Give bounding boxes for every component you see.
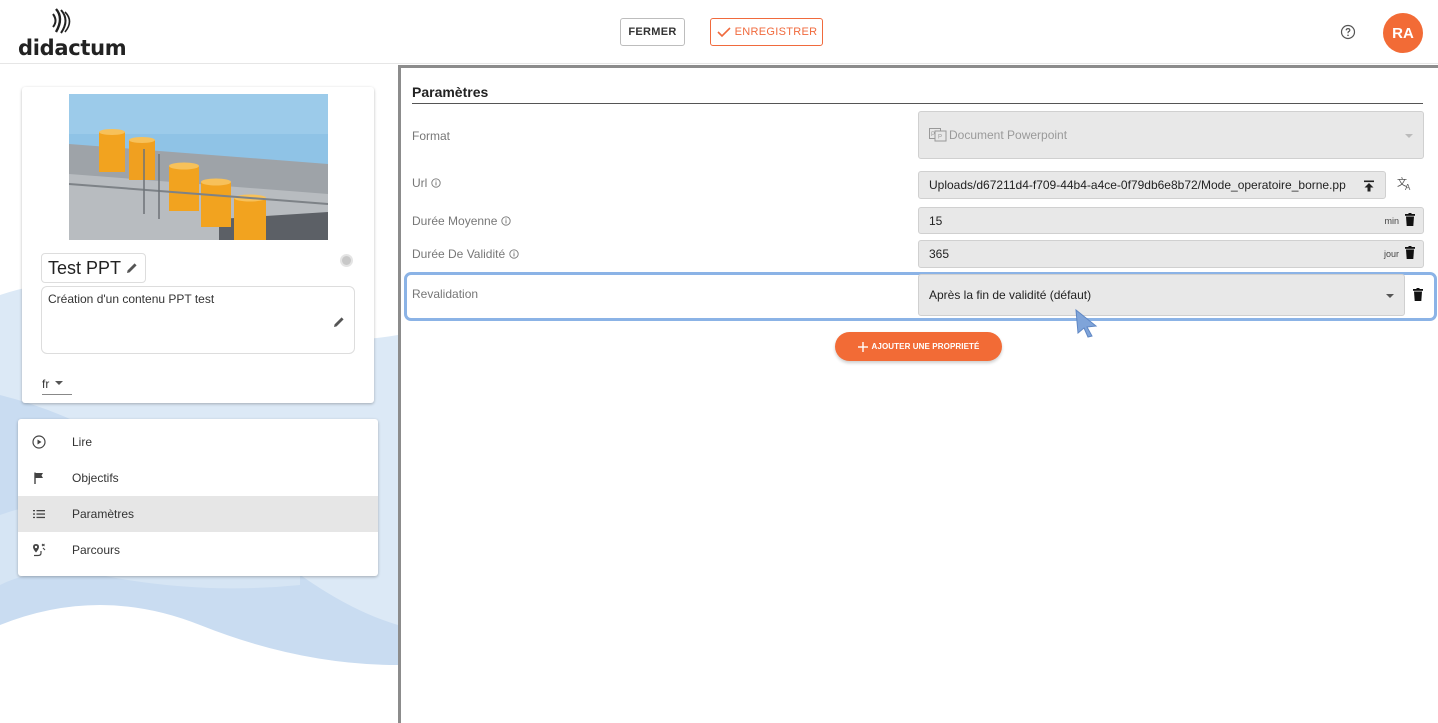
save-button-label: ENREGISTRER [734, 26, 818, 38]
dropdown-arrow-icon [55, 381, 64, 385]
menu-item-lire[interactable]: Lire [18, 424, 378, 460]
validity-duration-value: 365 [929, 247, 950, 261]
avatar[interactable]: RA [1383, 13, 1423, 53]
content-title: Test PPT [48, 257, 122, 278]
trash-icon[interactable] [1405, 246, 1415, 259]
dropdown-arrow-icon [1386, 294, 1394, 298]
avg-duration-unit: min [1384, 215, 1399, 226]
revalidation-select[interactable]: Après la fin de validité (défaut) [918, 274, 1405, 316]
content-card: Test PPT Création d'un contenu PPT test … [22, 87, 374, 403]
language-select[interactable]: fr [42, 373, 72, 395]
language-value: fr [42, 376, 50, 391]
menu-label: Lire [72, 435, 93, 449]
side-menu: Lire Objectifs Paramètres Parcours [18, 419, 378, 576]
logo-signal-icon [52, 8, 71, 34]
format-label-text: Format [412, 129, 451, 143]
parameters-panel: Paramètres Format P P Document Powerpoin… [401, 68, 1438, 723]
avg-duration-label-text: Durée Moyenne [412, 214, 498, 228]
description-text: Création d'un contenu PPT test [48, 292, 215, 306]
menu-label: Objectifs [72, 471, 119, 485]
svg-text:A: A [1405, 183, 1411, 191]
avg-duration-field[interactable]: 15 min [918, 207, 1424, 234]
help-circle-icon[interactable] [1340, 24, 1356, 40]
format-label: Format [412, 129, 450, 143]
logo-text: didactum [18, 36, 127, 60]
validity-duration-unit: jour [1383, 249, 1399, 259]
add-property-label: AJOUTER UNE PROPRIETÉ [871, 342, 980, 351]
pencil-icon[interactable] [125, 261, 139, 275]
mouse-cursor-icon [1075, 308, 1098, 338]
play-circle-icon [32, 435, 46, 449]
check-icon [717, 27, 731, 38]
url-value: Uploads/d67211d4-f709-44b4-a4ce-0f79db6e… [929, 178, 1346, 192]
save-button[interactable]: ENREGISTRER [710, 18, 823, 46]
validity-duration-field[interactable]: 365 jour [918, 240, 1424, 268]
menu-label: Parcours [72, 543, 121, 557]
trash-icon[interactable] [1413, 288, 1423, 301]
info-icon[interactable] [509, 249, 519, 259]
svg-text:P: P [931, 132, 935, 138]
flag-icon [34, 472, 43, 484]
description-field[interactable]: Création d'un contenu PPT test [41, 286, 355, 354]
trash-icon[interactable] [1405, 213, 1415, 226]
plus-icon [857, 341, 868, 352]
url-label: Url [412, 176, 441, 190]
svg-text:P: P [938, 135, 942, 141]
list-icon [33, 510, 45, 519]
info-icon[interactable] [431, 178, 441, 188]
section-divider [412, 103, 1423, 104]
info-icon[interactable] [501, 216, 512, 226]
section-title: Paramètres [412, 84, 489, 100]
menu-label: Paramètres [72, 507, 135, 521]
revalidation-label-text: Revalidation [412, 287, 479, 301]
top-bar: didactum FERMER ENREGISTRER RA [0, 0, 1438, 64]
avg-duration-value: 15 [929, 213, 943, 228]
validity-duration-label: Durée De Validité [412, 247, 519, 261]
pencil-icon[interactable] [332, 315, 346, 329]
translate-icon[interactable]: 文 A [1397, 177, 1413, 191]
url-label-text: Url [412, 176, 428, 190]
menu-item-objectifs[interactable]: Objectifs [18, 460, 378, 496]
url-field[interactable]: Uploads/d67211d4-f709-44b4-a4ce-0f79db6e… [918, 171, 1386, 199]
dropdown-arrow-icon [1405, 134, 1413, 138]
upload-icon[interactable] [1363, 180, 1375, 192]
menu-item-parcours[interactable]: Parcours [18, 532, 378, 568]
left-panel: Test PPT Création d'un contenu PPT test … [0, 65, 398, 723]
close-button[interactable]: FERMER [620, 18, 685, 46]
revalidation-value: Après la fin de validité (défaut) [929, 288, 1092, 302]
logo[interactable]: didactum [18, 6, 128, 60]
menu-item-parametres[interactable]: Paramètres [18, 496, 378, 532]
avg-duration-label: Durée Moyenne [412, 214, 512, 228]
status-indicator [340, 254, 353, 267]
format-select[interactable]: P P Document Powerpoint [918, 111, 1424, 159]
content-thumbnail[interactable] [69, 94, 328, 240]
revalidation-label: Revalidation [412, 287, 478, 301]
content-title-field[interactable]: Test PPT [41, 253, 147, 283]
validity-duration-label-text: Durée De Validité [412, 247, 506, 261]
route-icon [33, 543, 46, 557]
format-value: Document Powerpoint [949, 128, 1068, 142]
powerpoint-file-icon: P P [929, 128, 947, 142]
add-property-button[interactable]: AJOUTER UNE PROPRIETÉ [835, 332, 1002, 361]
